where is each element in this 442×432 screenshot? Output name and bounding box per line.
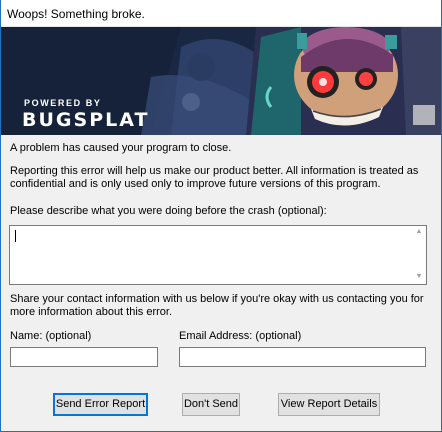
dont-send-button[interactable]: Don't Send [182,393,240,416]
scroll-up-icon[interactable]: ▲ [413,227,425,237]
crash-message: A problem has caused your program to clo… [10,142,232,154]
email-label: Email Address: (optional) [179,330,302,342]
powered-by-label: POWERED BY [24,98,102,108]
name-label: Name: (optional) [10,330,92,342]
title-bar[interactable]: Woops! Something broke. [1,0,441,27]
view-report-details-button[interactable]: View Report Details [278,393,380,416]
crash-description-input[interactable] [9,225,427,285]
email-input[interactable] [179,347,426,367]
bugsplat-logo: BUGSPLAT [22,109,150,131]
text-caret [15,230,16,242]
window-title: Woops! Something broke. [7,7,145,21]
send-error-report-button[interactable]: Send Error Report [53,393,148,416]
scroll-down-icon[interactable]: ▼ [413,272,425,282]
contact-prompt: Share your contact information with us b… [10,293,424,318]
name-input[interactable] [10,347,158,367]
describe-prompt: Please describe what you were doing befo… [10,205,327,217]
bugsplat-banner: POWERED BY BUGSPLAT [1,27,441,135]
reporting-message: Reporting this error will help us make o… [10,165,419,190]
crash-report-window: Woops! Something broke. POWERED BY BUGSP… [0,0,442,432]
